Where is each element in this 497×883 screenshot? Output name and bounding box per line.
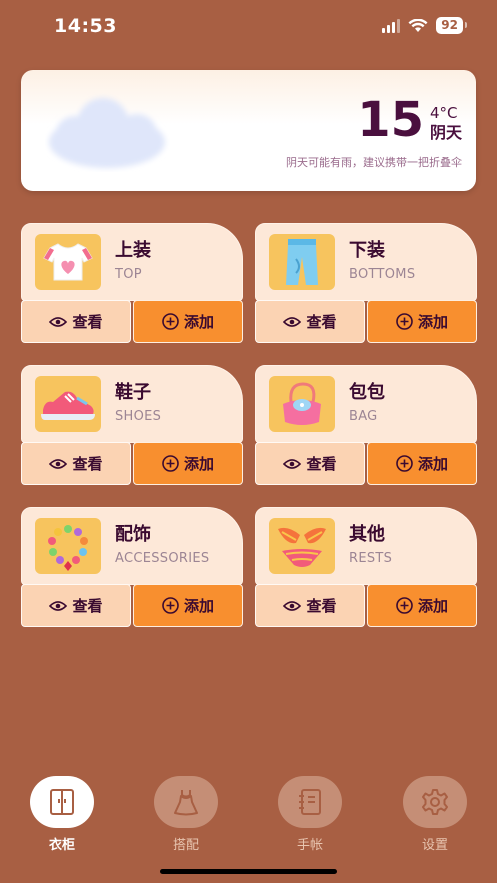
tab-journal[interactable]: 手帐: [278, 776, 342, 853]
tab-label: 搭配: [172, 838, 199, 853]
view-button[interactable]: 查看: [21, 300, 131, 343]
add-button[interactable]: 添加: [367, 300, 477, 343]
category-title: 包包: [349, 382, 385, 403]
category-top: 上装 TOP 查看 添加: [21, 223, 243, 343]
add-button[interactable]: 添加: [133, 584, 243, 627]
view-button[interactable]: 查看: [255, 442, 365, 485]
tab-label: 设置: [421, 838, 448, 853]
tab-wardrobe[interactable]: 衣柜: [30, 776, 94, 853]
plus-circle-icon: [162, 455, 179, 472]
add-label: 添加: [183, 597, 214, 615]
eye-icon: [283, 316, 302, 327]
add-label: 添加: [183, 455, 214, 473]
cloud-icon: [49, 98, 165, 168]
handbag-icon: [269, 376, 335, 432]
add-button[interactable]: 添加: [133, 300, 243, 343]
category-subtitle: RESTS: [349, 551, 393, 566]
add-label: 添加: [417, 313, 448, 331]
category-accessories: 配饰 ACCESSORIES 查看 添加: [21, 507, 243, 627]
category-title: 其他: [349, 524, 385, 545]
plus-circle-icon: [396, 597, 413, 614]
category-bottoms: 下装 BOTTOMS 查看 添加: [255, 223, 477, 343]
add-label: 添加: [417, 597, 448, 615]
temperature-display: 15 4°C 阴天: [357, 96, 462, 144]
necklace-icon: [35, 518, 101, 574]
view-label: 查看: [306, 597, 337, 615]
view-button[interactable]: 查看: [255, 300, 365, 343]
category-card[interactable]: 鞋子 SHOES: [21, 365, 243, 443]
eye-icon: [49, 600, 68, 611]
status-bar: 14:53 92: [0, 0, 497, 56]
category-title: 鞋子: [115, 382, 151, 403]
category-shoes: 鞋子 SHOES 查看 添加: [21, 365, 243, 485]
eye-icon: [283, 458, 302, 469]
cellular-signal-icon: [382, 18, 401, 33]
category-title: 配饰: [115, 524, 151, 545]
add-button[interactable]: 添加: [133, 442, 243, 485]
category-rests: 其他 RESTS 查看 添加: [255, 507, 477, 627]
tab-label: 衣柜: [48, 838, 75, 853]
view-button[interactable]: 查看: [21, 442, 131, 485]
tshirt-icon: [35, 234, 101, 290]
category-card[interactable]: 下装 BOTTOMS: [255, 223, 477, 301]
eye-icon: [283, 600, 302, 611]
category-card[interactable]: 配饰 ACCESSORIES: [21, 507, 243, 585]
eye-icon: [49, 316, 68, 327]
weather-condition: 阴天: [429, 123, 462, 142]
view-button[interactable]: 查看: [21, 584, 131, 627]
view-label: 查看: [306, 455, 337, 473]
view-label: 查看: [72, 313, 103, 331]
plus-circle-icon: [162, 313, 179, 330]
view-label: 查看: [72, 455, 103, 473]
bottom-tab-bar: 衣柜 搭配 手帐 设置: [0, 760, 497, 883]
weather-advice: 阴天可能有雨，建议携带一把折叠伞: [286, 156, 462, 169]
category-subtitle: BOTTOMS: [349, 267, 416, 282]
wifi-icon: [408, 18, 428, 32]
add-label: 添加: [183, 313, 214, 331]
category-bag: 包包 BAG 查看 添加: [255, 365, 477, 485]
sneaker-icon: [35, 376, 101, 432]
battery-indicator: 92: [436, 17, 467, 34]
status-time: 14:53: [54, 15, 117, 37]
view-label: 查看: [72, 597, 103, 615]
category-card[interactable]: 包包 BAG: [255, 365, 477, 443]
temperature-value: 15: [357, 92, 424, 148]
weather-card: 15 4°C 阴天 阴天可能有雨，建议携带一把折叠伞: [21, 70, 476, 191]
tab-outfit[interactable]: 搭配: [154, 776, 218, 853]
add-button[interactable]: 添加: [367, 584, 477, 627]
home-indicator: [160, 869, 337, 874]
pants-icon: [269, 234, 335, 290]
category-card[interactable]: 上装 TOP: [21, 223, 243, 301]
wardrobe-icon: [50, 789, 74, 815]
tab-settings[interactable]: 设置: [403, 776, 467, 853]
plus-circle-icon: [396, 313, 413, 330]
gear-icon: [422, 789, 448, 815]
category-subtitle: SHOES: [115, 409, 162, 424]
category-card[interactable]: 其他 RESTS: [255, 507, 477, 585]
category-subtitle: BAG: [349, 409, 378, 424]
temperature-unit: 4°C: [429, 104, 458, 122]
view-label: 查看: [306, 313, 337, 331]
dress-icon: [174, 790, 198, 816]
category-title: 下装: [349, 240, 385, 261]
category-title: 上装: [115, 240, 151, 261]
view-button[interactable]: 查看: [255, 584, 365, 627]
plus-circle-icon: [396, 455, 413, 472]
swimsuit-icon: [269, 518, 335, 574]
category-subtitle: ACCESSORIES: [115, 551, 210, 566]
add-button[interactable]: 添加: [367, 442, 477, 485]
category-subtitle: TOP: [115, 267, 142, 282]
tab-label: 手帐: [296, 838, 323, 853]
add-label: 添加: [417, 455, 448, 473]
status-icons: 92: [382, 17, 467, 34]
eye-icon: [49, 458, 68, 469]
plus-circle-icon: [162, 597, 179, 614]
notebook-icon: [299, 789, 321, 815]
